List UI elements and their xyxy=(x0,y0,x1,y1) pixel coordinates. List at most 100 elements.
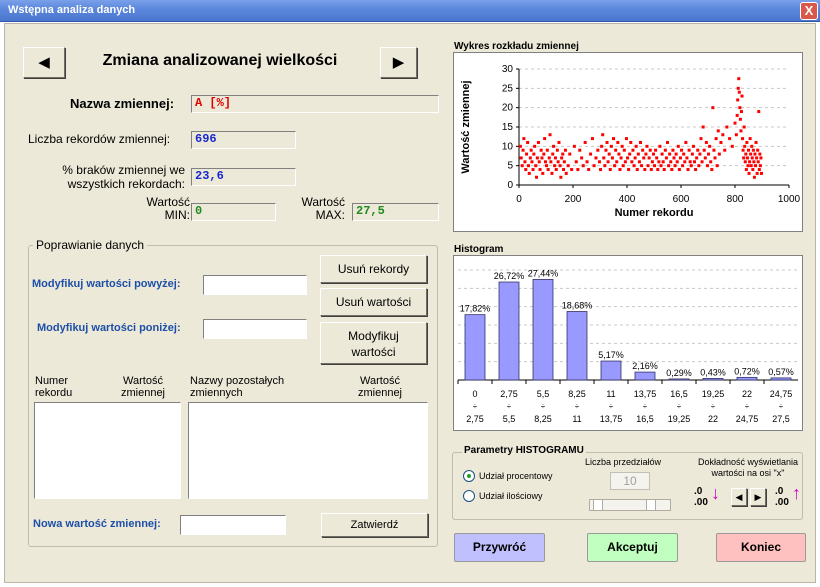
scatter-point xyxy=(751,168,755,172)
scatter-svg: 0 5 10 15 20 25 30 0 200 400 600 800 1000 Numer rekor… xyxy=(460,64,801,219)
radio-percent-label[interactable]: Udział procentowy xyxy=(479,471,553,481)
scatter-point xyxy=(559,175,563,179)
scatter-point xyxy=(655,156,659,160)
scatter-point xyxy=(702,148,706,152)
restore-button[interactable]: Przywróć xyxy=(454,533,545,562)
decrease-arrow-icon: ↓ xyxy=(711,483,720,503)
scatter-point xyxy=(521,148,525,152)
histogram-range-end: 8,25 xyxy=(534,414,552,424)
col-header-value-2: zmiennej xyxy=(120,387,166,399)
col-header-record: Numer rekordu xyxy=(35,375,95,399)
new-value-input[interactable] xyxy=(180,515,286,535)
col-header-record-1: Numer xyxy=(35,375,69,387)
other-variables-listbox[interactable] xyxy=(188,402,428,499)
scatter-point xyxy=(653,164,657,168)
scatter-point xyxy=(728,137,732,141)
slider-thumb-right[interactable] xyxy=(646,499,656,511)
histogram-bar xyxy=(532,278,554,381)
scatter-point xyxy=(670,168,674,172)
modify-above-input[interactable] xyxy=(203,275,307,295)
scatter-point xyxy=(530,160,534,164)
scatter-point xyxy=(752,160,756,164)
scatter-point xyxy=(662,168,666,172)
precision-right-button[interactable]: ▶ xyxy=(750,488,766,506)
scatter-point xyxy=(634,144,638,148)
remove-values-button[interactable]: Usuń wartości xyxy=(320,288,427,316)
scatter-point xyxy=(753,152,757,156)
scatter-point xyxy=(754,164,758,168)
scatter-point xyxy=(568,152,572,156)
scatter-point xyxy=(624,137,628,141)
radio-count[interactable] xyxy=(463,490,475,502)
histogram-bar xyxy=(770,377,792,381)
scatter-y-tick-label: 20 xyxy=(502,103,514,114)
scatter-y-tick-label: 15 xyxy=(502,122,514,133)
histogram-range-end: 22 xyxy=(708,414,718,424)
scatter-point xyxy=(535,156,539,160)
close-button[interactable]: X xyxy=(800,2,818,20)
histogram-bar xyxy=(736,376,758,381)
scatter-point xyxy=(747,171,751,175)
modify-below-input[interactable] xyxy=(203,319,307,339)
scatter-point xyxy=(616,140,620,144)
histogram-range-start: 0 xyxy=(472,389,477,399)
scatter-point xyxy=(657,160,661,164)
intervals-field[interactable]: 10 xyxy=(610,472,650,490)
max-field: 27,5 xyxy=(352,203,439,221)
scatter-point xyxy=(541,171,545,175)
scatter-point xyxy=(621,164,625,168)
accept-button[interactable]: Akceptuj xyxy=(587,533,678,562)
scatter-point xyxy=(663,148,667,152)
radio-percent-dot xyxy=(467,474,471,478)
scatter-point xyxy=(649,168,653,172)
remove-records-button[interactable]: Usuń rekordy xyxy=(320,255,427,283)
scatter-point xyxy=(737,77,741,81)
end-button[interactable]: Koniec xyxy=(716,533,806,562)
scatter-point xyxy=(518,144,522,148)
scatter-point xyxy=(704,140,708,144)
scatter-point xyxy=(685,156,689,160)
scatter-point xyxy=(645,144,649,148)
radio-count-label[interactable]: Udział ilościowy xyxy=(479,491,543,501)
precision-left-button[interactable]: ◀ xyxy=(731,488,747,506)
scatter-point xyxy=(734,133,738,137)
scatter-point xyxy=(699,137,703,141)
scatter-point xyxy=(758,152,762,156)
scatter-point xyxy=(535,175,539,179)
confirm-button[interactable]: Zatwierdź xyxy=(321,513,428,537)
modify-values-button[interactable]: Modyfikuj wartości xyxy=(320,322,427,364)
scatter-point xyxy=(574,160,578,164)
histogram-bar-label: 0,43% xyxy=(700,367,726,377)
slider-thumb-left[interactable] xyxy=(593,499,603,511)
scatter-point xyxy=(730,144,734,148)
scatter-point xyxy=(636,152,640,156)
scatter-point xyxy=(614,148,618,152)
scatter-point xyxy=(548,133,552,137)
scatter-point xyxy=(736,86,740,90)
prev-variable-button[interactable]: ◀ xyxy=(23,47,65,78)
scatter-point xyxy=(615,160,619,164)
scatter-point xyxy=(606,160,610,164)
scatter-point xyxy=(658,144,662,148)
scatter-point xyxy=(626,156,630,160)
scatter-point xyxy=(539,148,543,152)
scatter-point xyxy=(672,156,676,160)
scatter-point xyxy=(635,168,639,172)
scatter-point xyxy=(742,125,746,129)
intervals-slider[interactable] xyxy=(589,499,671,511)
histogram-bar xyxy=(702,378,724,381)
radio-percent[interactable] xyxy=(463,470,475,482)
next-variable-button[interactable]: ▶ xyxy=(380,47,417,78)
scatter-point xyxy=(576,168,580,172)
scatter-point xyxy=(691,144,695,148)
scatter-point xyxy=(755,156,759,160)
scatter-point xyxy=(700,160,704,164)
scatter-point xyxy=(524,168,528,172)
scatter-point xyxy=(661,160,665,164)
histogram-range-sep: ÷ xyxy=(711,402,716,411)
scatter-point xyxy=(555,148,559,152)
scatter-point xyxy=(600,144,604,148)
records-listbox[interactable] xyxy=(34,402,181,499)
max-label-line-2: MAX: xyxy=(315,208,345,222)
scatter-point xyxy=(668,152,672,156)
